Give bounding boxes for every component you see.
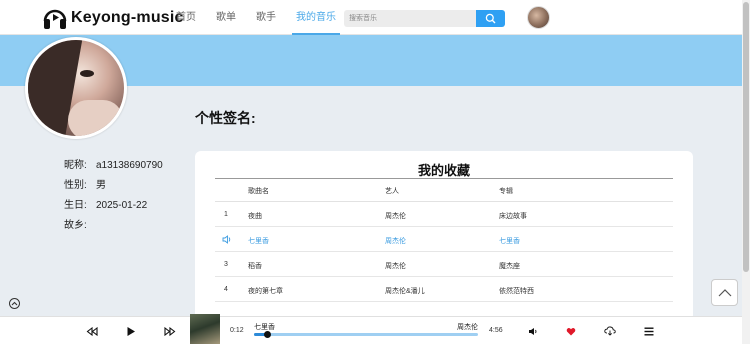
- search-box: [344, 10, 505, 27]
- row-song[interactable]: 夜的第七章: [248, 286, 283, 296]
- progress-bar[interactable]: [254, 331, 478, 338]
- volume-icon: [529, 327, 537, 335]
- hometown-label: 故乡:: [64, 220, 87, 231]
- previous-button[interactable]: [86, 325, 98, 337]
- nickname-label: 昵称:: [64, 160, 87, 171]
- player-bar: 0:12 七里香 周杰伦 4:56: [0, 314, 742, 344]
- now-playing-song: 七里香: [254, 324, 275, 331]
- table-row[interactable]: 1 夜曲 周杰伦 床边故事: [215, 202, 673, 227]
- expand-player-button[interactable]: [9, 298, 20, 309]
- row-album[interactable]: 床边故事: [499, 211, 527, 221]
- nav-artists[interactable]: 歌手: [256, 0, 276, 35]
- search-icon: [485, 13, 496, 24]
- favorites-card: 我的收藏 歌曲名 艺人 专辑 1 夜曲 周杰伦 床边故事 七里香 周杰伦 七里香…: [195, 151, 693, 321]
- current-time: 0:12: [230, 327, 244, 334]
- brand-name: Keyong-music: [71, 9, 184, 26]
- play-icon: [127, 326, 135, 336]
- profile-info: 昵称: a13138690790 性别: 男 生日: 2025-01-22 故乡…: [64, 160, 163, 240]
- row-index: 3: [224, 261, 228, 268]
- logo[interactable]: Keyong-music: [42, 5, 184, 31]
- search-input[interactable]: [344, 10, 476, 27]
- nav-my-music[interactable]: 我的音乐: [292, 0, 340, 35]
- row-artist[interactable]: 周杰伦: [385, 236, 406, 246]
- next-button[interactable]: [164, 325, 176, 337]
- search-button[interactable]: [476, 10, 505, 27]
- row-album[interactable]: 七里香: [499, 236, 520, 246]
- birthday-value: 2025-01-22: [96, 200, 148, 211]
- nav-home[interactable]: 首页: [176, 0, 196, 35]
- signature-label: 个性签名:: [195, 110, 256, 126]
- gender-value: 男: [96, 180, 106, 191]
- previous-icon: [86, 326, 98, 336]
- favorites-title: 我的收藏: [417, 163, 470, 178]
- download-button[interactable]: [604, 325, 616, 337]
- next-icon: [164, 326, 176, 336]
- scrollbar-thumb[interactable]: [743, 2, 749, 272]
- cloud-download-icon: [604, 326, 616, 336]
- user-avatar[interactable]: [527, 6, 550, 29]
- menu-icon: [644, 327, 654, 335]
- hometown-row: 故乡:: [64, 220, 163, 240]
- row-index: 4: [224, 286, 228, 293]
- row-album[interactable]: 依然范特西: [499, 286, 534, 296]
- heart-icon: [566, 327, 576, 335]
- table-row-playing[interactable]: 七里香 周杰伦 七里香: [215, 227, 673, 252]
- main-nav: 首页 歌单 歌手 我的音乐: [176, 0, 360, 35]
- play-button[interactable]: [125, 325, 137, 337]
- row-album[interactable]: 魔杰座: [499, 261, 520, 271]
- playlist-button[interactable]: [643, 325, 655, 337]
- speaker-icon: [222, 235, 231, 244]
- row-artist[interactable]: 周杰伦: [385, 211, 406, 221]
- gender-row: 性别: 男: [64, 180, 163, 200]
- progress-handle[interactable]: [263, 331, 271, 338]
- back-to-top-button[interactable]: [711, 279, 738, 306]
- page-scrollbar[interactable]: [742, 0, 750, 344]
- profile-avatar: [25, 37, 127, 139]
- table-row[interactable]: 4 夜的第七章 周杰伦&潘儿 依然范特西: [215, 277, 673, 302]
- birthday-label: 生日:: [64, 200, 87, 211]
- birthday-row: 生日: 2025-01-22: [64, 200, 163, 220]
- row-artist[interactable]: 周杰伦&潘儿: [385, 286, 425, 296]
- row-artist[interactable]: 周杰伦: [385, 261, 406, 271]
- gender-label: 性别:: [64, 180, 87, 191]
- album-cover[interactable]: [190, 314, 220, 344]
- header-bar: Keyong-music 首页 歌单 歌手 我的音乐: [0, 0, 742, 35]
- nickname-value: a13138690790: [96, 160, 163, 171]
- column-artist: 艺人: [385, 188, 399, 195]
- now-playing-artist: 周杰伦: [457, 324, 478, 331]
- like-button[interactable]: [565, 325, 577, 337]
- row-song[interactable]: 七里香: [248, 236, 269, 246]
- row-index: 1: [224, 211, 228, 218]
- volume-button[interactable]: [527, 325, 539, 337]
- chevron-up-icon: [718, 288, 731, 296]
- column-song: 歌曲名: [248, 188, 269, 195]
- nickname-row: 昵称: a13138690790: [64, 160, 163, 180]
- row-song[interactable]: 稻香: [248, 261, 262, 271]
- title-divider: [215, 178, 673, 179]
- table-row[interactable]: 3 稻香 周杰伦 魔杰座: [215, 252, 673, 277]
- total-time: 4:56: [489, 327, 503, 334]
- nav-playlists[interactable]: 歌单: [216, 0, 236, 35]
- headphones-icon: [43, 9, 67, 29]
- chevron-up-icon: [11, 301, 18, 306]
- column-album: 专辑: [499, 188, 513, 195]
- row-song[interactable]: 夜曲: [248, 211, 262, 221]
